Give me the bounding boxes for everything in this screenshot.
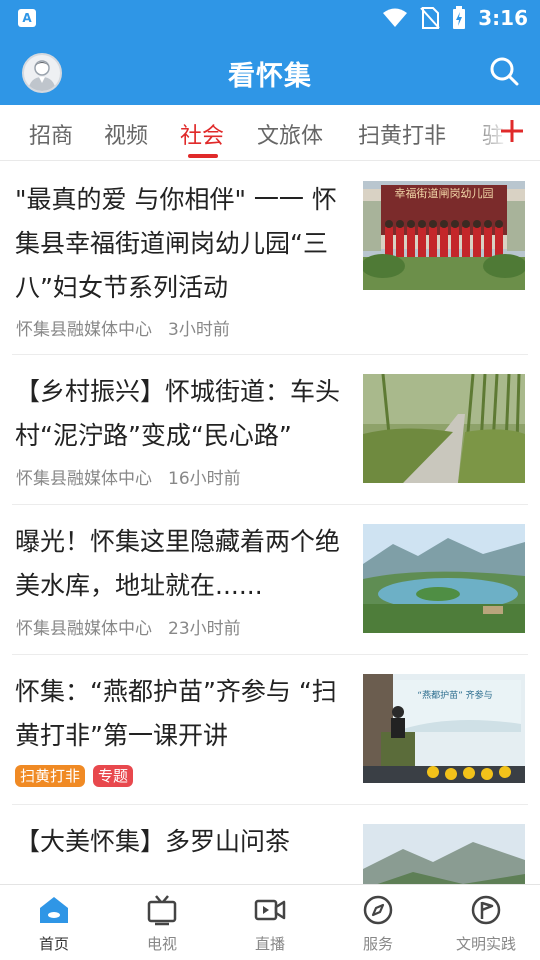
add-channel-icon[interactable] [498,117,526,145]
reservoir-photo [363,524,525,633]
nav-label: 文明实践 [455,935,516,953]
nav-tv[interactable]: 电视 [108,893,216,954]
no-sim-icon [420,7,440,29]
bottom-nav: 首页 电视 直播 服务 文明实践 [0,884,540,960]
search-icon[interactable] [488,55,520,87]
app-header: 看怀集 [0,36,540,105]
live-camera-icon [254,899,286,921]
page-title: 看怀集 [228,61,312,92]
mountain-tea-photo [363,824,525,884]
battery-charging-icon [453,6,466,29]
home-icon [40,897,68,923]
news-source: 怀集县融媒体中心 [16,469,152,489]
news-time: 3小时前 [168,320,230,340]
tab-zhaoshang[interactable]: 招商 [29,118,73,150]
news-feed: "最真的爱 与你相伴" 一一 怀集县幸福街道闸岗幼儿园“三八”妇女节系列活动 怀… [0,161,540,884]
tab-anti-pornography[interactable]: 扫黄打非 [358,118,446,150]
lecture-photo: “燕都护苗” 齐参与 [363,674,525,783]
nav-live[interactable]: 直播 [216,893,324,954]
news-thumbnail: “燕都护苗” 齐参与 [363,674,525,783]
nav-label: 首页 [38,935,69,953]
news-meta: 怀集县融媒体中心 23小时前 [16,614,241,639]
news-time: 23小时前 [168,619,241,639]
nav-label: 电视 [146,935,177,953]
nav-civilization-practice[interactable]: 文明实践 [432,893,540,954]
news-title: 【大美怀集】多罗山问茶 [15,827,291,856]
tv-icon [147,895,177,926]
news-title: "最真的爱 与你相伴" 一一 怀集县幸福街道闸岗幼儿园“三八”妇女节系列活动 [15,185,337,302]
news-title: 【乡村振兴】怀城街道：车头村“泥泞路”变成“民心路” [15,377,341,450]
news-source: 怀集县融媒体中心 [16,619,152,639]
lecture-banner: “燕都护苗” 齐参与 [417,689,492,701]
village-road-photo [363,374,525,483]
news-source: 怀集县融媒体中心 [16,320,152,340]
tag-topic[interactable]: 专题 [93,765,134,787]
kindergarten-sign: 幸福街道闸岗幼儿园 [395,186,494,200]
nav-label: 直播 [254,935,285,953]
news-item[interactable]: 曝光！怀集这里隐藏着两个绝美水库，地址就在...... 怀集县融媒体中心 23小… [0,505,540,655]
news-item[interactable]: 【乡村振兴】怀城街道：车头村“泥泞路”变成“民心路” 怀集县融媒体中心 16小时… [0,355,540,505]
news-item[interactable]: 怀集：“燕都护苗”齐参与 “扫黄打非”第一课开讲 扫黄打非 专题 “燕都护苗” 齐… [0,655,540,805]
news-thumbnail: 幸福街道闸岗幼儿园 [363,181,525,290]
compass-icon [363,895,393,925]
flag-icon [471,895,501,925]
news-time: 16小时前 [168,469,241,489]
category-tabs: 招商 视频 社会 文旅体 扫黄打非 驻 [0,105,540,161]
tab-society[interactable]: 社会 [180,118,224,150]
nav-home[interactable]: 首页 [0,893,108,954]
news-item[interactable]: 【大美怀集】多罗山问茶 [0,805,540,884]
nav-label: 服务 [362,935,393,953]
news-title: 曝光！怀集这里隐藏着两个绝美水库，地址就在...... [15,527,341,600]
nav-service[interactable]: 服务 [324,893,432,954]
news-thumbnail [363,824,525,884]
news-meta: 怀集县融媒体中心 16小时前 [16,464,241,489]
news-tags: 扫黄打非 专题 [15,765,141,787]
tab-culture-tourism-sports[interactable]: 文旅体 [257,118,323,150]
clock: 3:16 [478,6,528,30]
wifi-icon [383,8,408,27]
active-tab-indicator [188,154,218,158]
tab-video[interactable]: 视频 [104,118,148,150]
news-title: 怀集：“燕都护苗”齐参与 “扫黄打非”第一课开讲 [15,677,337,750]
news-item[interactable]: "最真的爱 与你相伴" 一一 怀集县幸福街道闸岗幼儿园“三八”妇女节系列活动 怀… [0,161,540,355]
notification-icon: A [18,9,36,27]
status-bar: A 3:16 [0,0,540,36]
news-thumbnail [363,374,525,483]
kindergarten-photo: 幸福街道闸岗幼儿园 [363,181,525,290]
news-thumbnail [363,524,525,633]
status-icons: 3:16 [382,4,528,32]
news-meta: 怀集县融媒体中心 3小时前 [16,315,230,340]
tag-anti-pornography[interactable]: 扫黄打非 [15,765,86,787]
